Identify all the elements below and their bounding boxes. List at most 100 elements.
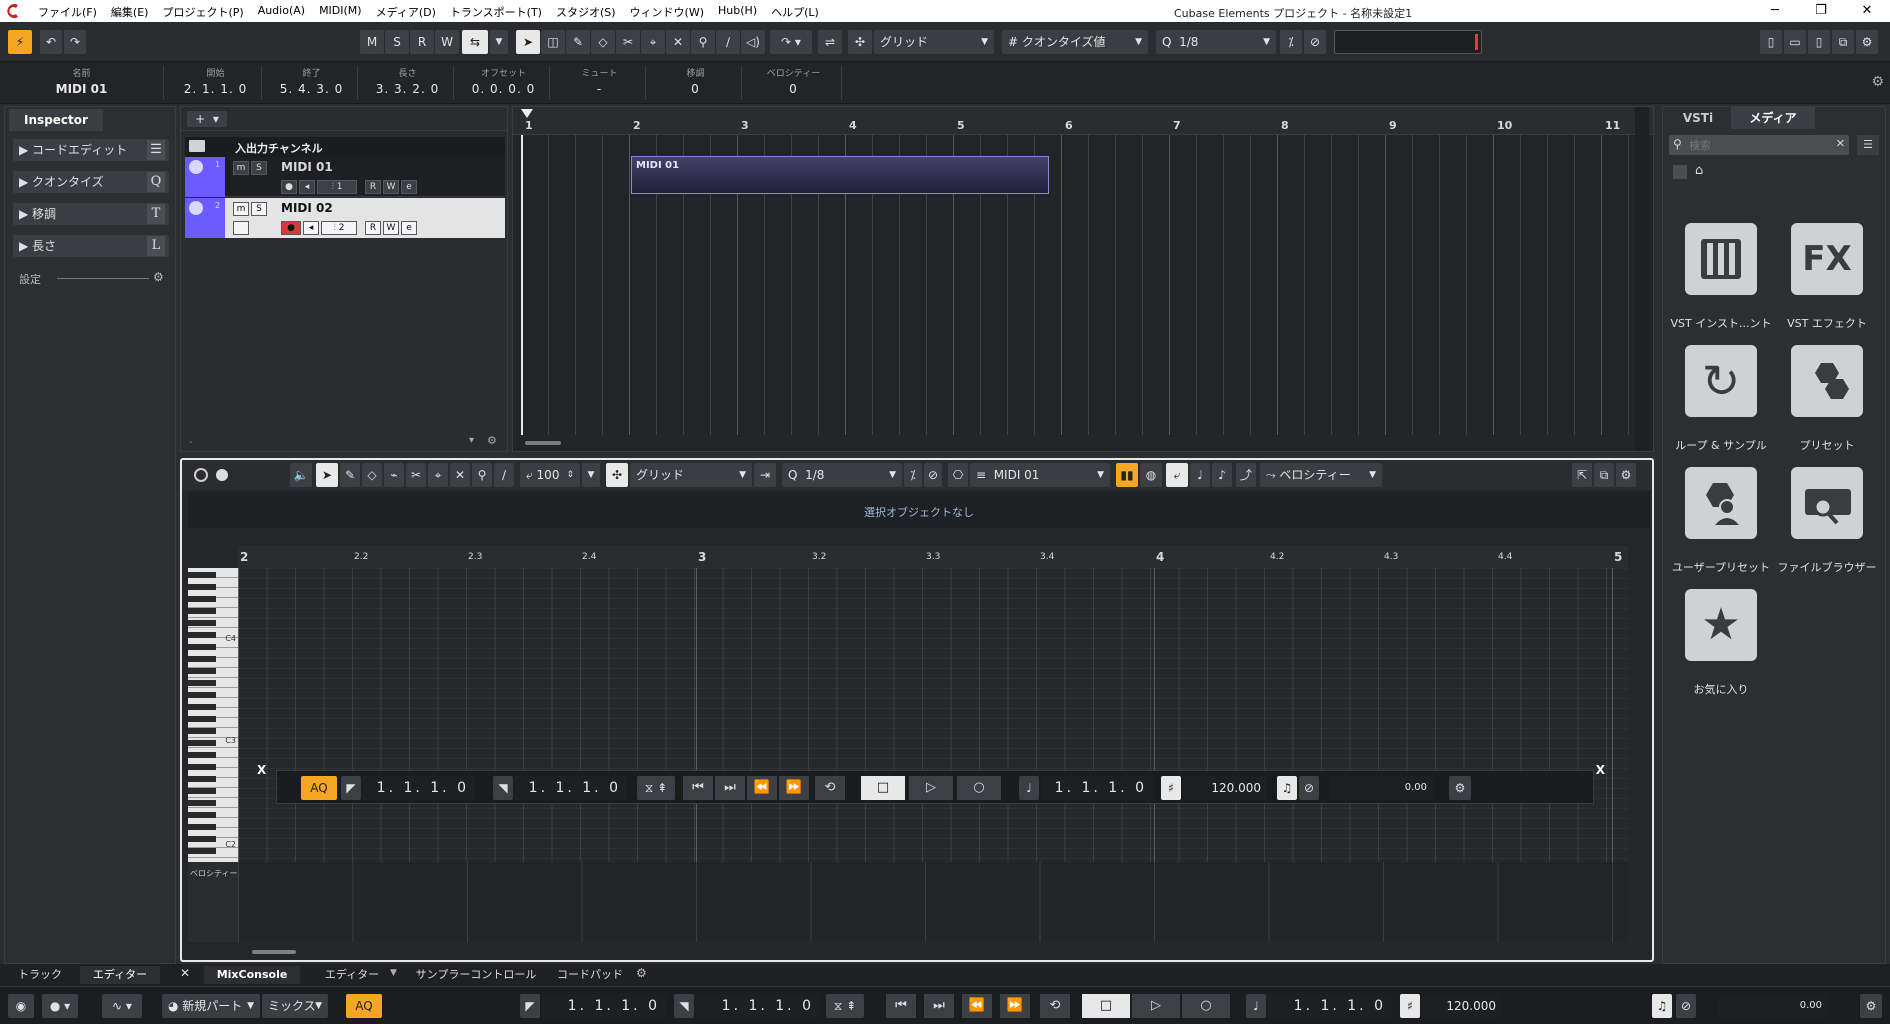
info-start[interactable]: 開始 2. 1. 1. 0	[170, 66, 262, 100]
editor-quantize-settings-button[interactable]: ⊘	[924, 463, 942, 487]
editor-erase-tool-button[interactable]: ◇	[362, 463, 382, 487]
shuffle-button[interactable]: ⇌	[818, 30, 842, 54]
record-in-editor-icon[interactable]	[216, 469, 228, 481]
tempo-field[interactable]: 120.000	[1183, 776, 1267, 800]
cycle-button[interactable]: ⟲	[1040, 994, 1070, 1018]
tab-vsti[interactable]: VSTi	[1667, 107, 1729, 129]
track-solo-button[interactable]: S	[251, 202, 267, 216]
folder-track[interactable]: 入出力チャンネル	[185, 137, 505, 157]
edit-instrument-button[interactable]: e	[401, 180, 417, 194]
tab-mixconsole[interactable]: MixConsole	[204, 966, 300, 984]
punch-points-icon[interactable]: ⧖ ⇞	[637, 776, 675, 800]
left-locator-field[interactable]: 1. 1. 1. 0	[363, 776, 475, 800]
close-transport-left-icon[interactable]: X	[257, 763, 266, 777]
split-tool-button[interactable]: ✂	[616, 30, 640, 54]
vst-instruments-tile[interactable]	[1685, 223, 1757, 295]
range-tool-button[interactable]: ◫	[541, 30, 565, 54]
midi-overdub-dropdown[interactable]: ミックス ▼	[262, 994, 328, 1018]
editor-split-tool-button[interactable]: ✂	[406, 463, 426, 487]
info-velocity[interactable]: ベロシティー 0	[746, 66, 842, 100]
solo-button[interactable]: S	[385, 30, 409, 54]
track-mute-button[interactable]: m	[233, 202, 249, 216]
go-to-end-button[interactable]: ⏭	[715, 776, 745, 800]
inspector-section-chord-edit[interactable]: ▶ コードエディット ☰	[13, 139, 169, 161]
controller-lane-dropdown[interactable]: ⤳ ベロシティー ▼	[1260, 463, 1382, 487]
info-length[interactable]: 長さ 3. 3. 2. 0	[362, 66, 454, 100]
grid-type-dropdown[interactable]: # クオンタイズ値 ▼	[1002, 30, 1148, 54]
user-presets-tile[interactable]	[1685, 467, 1757, 539]
controller-lane-header[interactable]: ベロシティー	[188, 862, 238, 942]
stop-button[interactable]: □	[861, 776, 905, 800]
write-automation-button[interactable]: W	[383, 180, 399, 194]
menu-edit[interactable]: 編集(E)	[111, 4, 149, 20]
menu-hub[interactable]: Hub(H)	[718, 4, 757, 20]
presets-tile[interactable]	[1791, 345, 1863, 417]
monitor-button[interactable]: ◂	[303, 221, 319, 235]
arranger-horizontal-scrollbar[interactable]	[525, 441, 1635, 447]
solo-editor-icon[interactable]	[194, 468, 208, 482]
close-lower-zone-icon[interactable]: ✕	[180, 966, 190, 980]
pitch-input-icon[interactable]: ♪	[1212, 463, 1232, 487]
record-mode-icon[interactable]: ● ▾	[42, 994, 78, 1018]
forward-button[interactable]: ⏩	[1000, 994, 1030, 1018]
loops-samples-tile[interactable]: ↻	[1685, 345, 1757, 417]
track-list-zoom-minus[interactable]: -	[189, 437, 193, 448]
velocity-lane[interactable]	[238, 862, 1628, 942]
editor-quantize-dropdown[interactable]: Q 1/8 ▼	[782, 463, 902, 487]
track-solo-button[interactable]: S	[251, 161, 267, 175]
editor-snap-type-dropdown[interactable]: グリッド ▼	[630, 463, 752, 487]
audio-connections-icon[interactable]: ◉	[8, 994, 34, 1018]
read-automation-button[interactable]: R	[365, 221, 381, 235]
quantize-settings-button[interactable]: ⊘	[1304, 30, 1326, 54]
window-layout-icon[interactable]: ⧉	[1832, 30, 1854, 54]
metronome-icon[interactable]: ♫	[1652, 994, 1672, 1018]
tab-sampler-control[interactable]: サンプラーコントロール	[408, 966, 544, 984]
info-name[interactable]: 名前 MIDI 01	[0, 66, 164, 100]
cycle-button[interactable]: ⟲	[815, 776, 845, 800]
menu-midi[interactable]: MIDI(M)	[319, 4, 362, 20]
autoscroll-menu-button[interactable]: ▼	[490, 30, 508, 54]
lane-toggle-button[interactable]	[233, 221, 249, 235]
info-line-settings-icon[interactable]: ⚙	[1871, 74, 1884, 90]
menu-window[interactable]: ウィンドウ(W)	[630, 4, 704, 20]
step-input-icon[interactable]: ⤶	[1166, 463, 1188, 487]
snap-toggle-button[interactable]: ✣	[848, 30, 872, 54]
tempo-track-icon[interactable]: ♯	[1161, 776, 1181, 800]
midi-channel[interactable]: ⫶ 2	[321, 221, 357, 235]
record-enable-button[interactable]: ●	[281, 221, 301, 235]
autoscroll-button[interactable]: ⇆	[462, 30, 488, 54]
tempo-track-icon[interactable]: ♯	[1400, 994, 1420, 1018]
menu-media[interactable]: メディア(D)	[376, 4, 436, 20]
snap-to-zero-icon[interactable]: ⇥	[754, 463, 776, 487]
minimize-button[interactable]: ─	[1752, 0, 1798, 22]
midi-input-icon[interactable]: ⤴	[1236, 463, 1256, 487]
project-window-event-display[interactable]: 1 2 3 4 5 6 7 8 9 10 11 MIDI 01	[512, 106, 1654, 452]
indicate-transpositions-icon[interactable]: ▮▮	[1116, 463, 1138, 487]
editor-tab-menu-icon[interactable]: ▼	[390, 968, 397, 978]
info-transpose[interactable]: 移調 0	[650, 66, 742, 100]
insert-velocity-field[interactable]: ⤶ 100 ⇕	[520, 463, 580, 487]
info-offset[interactable]: オフセット 0. 0. 0. 0	[458, 66, 550, 100]
precount-icon[interactable]: ⊘	[1299, 776, 1319, 800]
track-list-menu-icon[interactable]: ▾	[469, 435, 474, 446]
info-mute[interactable]: ミュート -	[554, 66, 646, 100]
tempo-field[interactable]: 120.000	[1422, 994, 1502, 1018]
current-part-dropdown[interactable]: ≡ MIDI 01 ▼	[970, 463, 1110, 487]
midi-record-mode-dropdown[interactable]: ◕ 新規パート ▼	[162, 994, 260, 1018]
open-in-window-icon[interactable]: ⇱	[1572, 463, 1592, 487]
tab-media[interactable]: メディア	[1731, 107, 1815, 129]
menu-file[interactable]: ファイル(F)	[38, 4, 97, 20]
right-zone-toggle-icon[interactable]: ▯	[1808, 30, 1830, 54]
metronome-icon[interactable]: ♫	[1277, 776, 1297, 800]
file-browser-tile[interactable]	[1791, 467, 1863, 539]
forward-button[interactable]: ⏩	[779, 776, 809, 800]
editor-draw-tool-button[interactable]: ✎	[340, 463, 360, 487]
audio-quantize-toggle[interactable]: AQ	[301, 776, 337, 800]
constrain-delay-compensation-button[interactable]: ⚡	[8, 30, 32, 54]
midi-channel[interactable]: ⫶ 1	[317, 180, 357, 194]
object-selection-tool-button[interactable]: ➤	[516, 30, 540, 54]
go-to-end-button[interactable]: ⏭	[924, 994, 954, 1018]
zoom-tool-button[interactable]: ⚲	[691, 30, 715, 54]
quantize-preset-dropdown[interactable]: Q 1/8 ▼	[1156, 30, 1276, 54]
mute-tool-button[interactable]: ✕	[666, 30, 690, 54]
